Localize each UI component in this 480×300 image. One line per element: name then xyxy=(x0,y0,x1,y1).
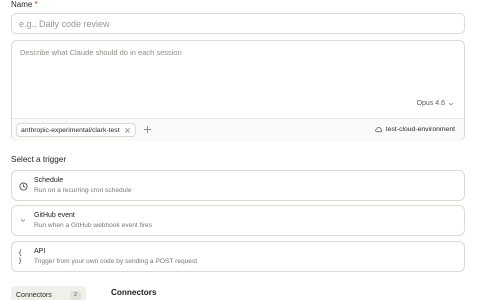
required-marker: * xyxy=(34,0,38,9)
trigger-description: Run when a GitHub webhook event fires xyxy=(34,222,153,229)
trigger-option-api[interactable]: { } API Trigger from your own code by se… xyxy=(11,241,465,272)
trigger-section-title: Select a trigger xyxy=(11,155,67,164)
prompt-textarea[interactable] xyxy=(12,41,464,115)
repo-chip-label: anthropic-experimental/clark-test xyxy=(21,126,120,134)
code-braces-icon: { } xyxy=(18,249,23,265)
trigger-title: API xyxy=(34,248,46,255)
prompt-box: Opus 4.6 anthropic-experimental/clark-te… xyxy=(11,40,465,141)
trigger-option-schedule[interactable]: Schedule Run on a recurring cron schedul… xyxy=(11,170,465,201)
connectors-heading: Connectors xyxy=(111,288,157,297)
trigger-description: Run on a recurring cron schedule xyxy=(34,187,132,194)
plus-icon[interactable] xyxy=(143,125,152,134)
trigger-description: Trigger from your own code by sending a … xyxy=(34,258,198,265)
name-label-text: Name xyxy=(11,0,33,9)
prompt-footer: anthropic-experimental/clark-test test-c… xyxy=(12,118,464,141)
connectors-count-badge: 2 xyxy=(70,290,81,300)
git-branch-icon: ⑂ xyxy=(20,217,26,225)
environment-label: test-cloud-environment xyxy=(385,126,455,133)
trigger-title: GitHub event xyxy=(34,212,75,219)
name-label: Name * xyxy=(11,0,38,10)
model-select[interactable]: Opus 4.6 xyxy=(417,100,454,107)
close-icon[interactable] xyxy=(124,127,131,134)
cloud-icon xyxy=(375,127,383,133)
clock-icon xyxy=(18,181,28,191)
trigger-title: Schedule xyxy=(34,177,64,184)
chevron-down-icon xyxy=(448,102,454,105)
environment-select[interactable]: test-cloud-environment xyxy=(374,126,455,133)
repo-chip: anthropic-experimental/clark-test xyxy=(16,123,136,137)
connectors-tab[interactable]: Connectors 2 xyxy=(11,286,86,300)
name-input[interactable] xyxy=(11,13,465,34)
connectors-tab-label: Connectors xyxy=(16,291,52,299)
trigger-option-github-event[interactable]: ⑂ GitHub event Run when a GitHub webhook… xyxy=(11,205,465,236)
model-select-label: Opus 4.6 xyxy=(416,100,445,107)
